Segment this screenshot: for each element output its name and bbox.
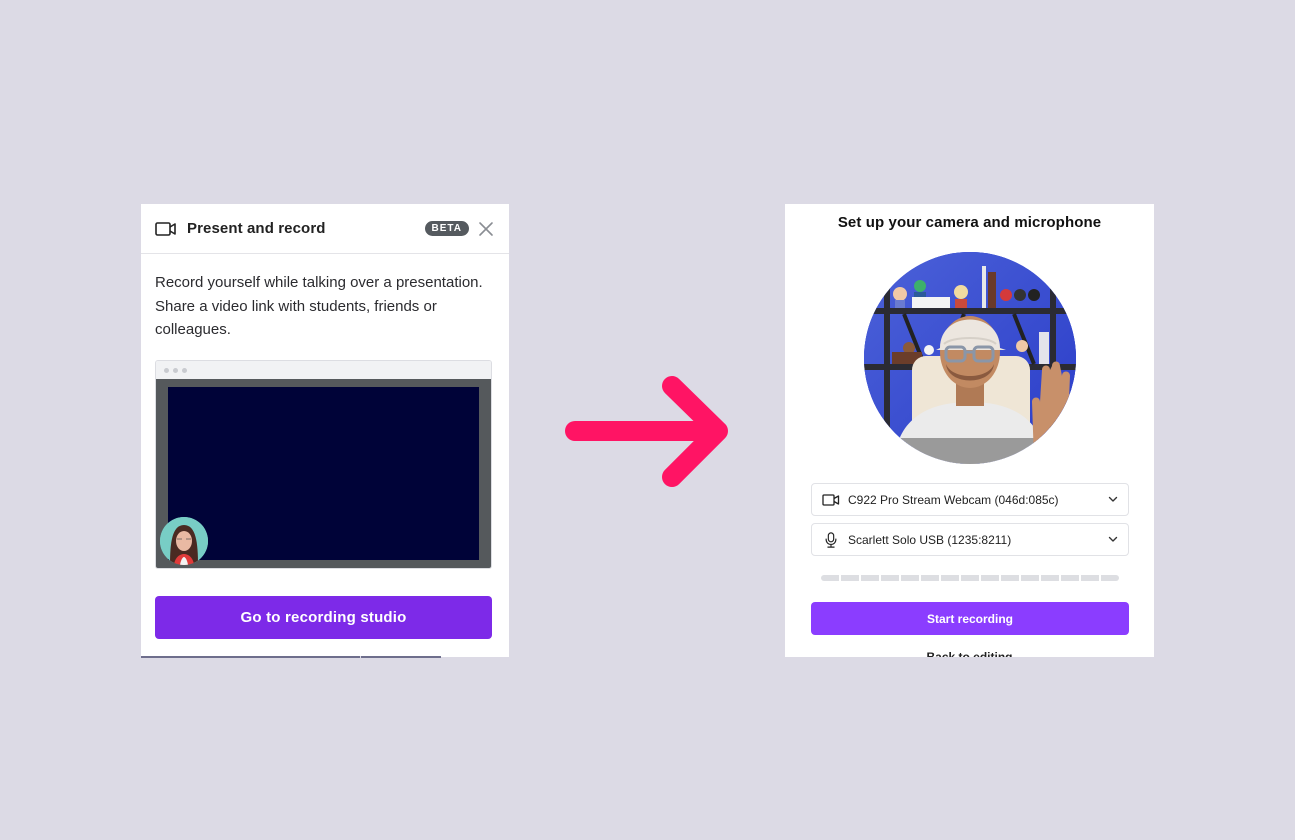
setup-title: Set up your camera and microphone (837, 214, 1102, 231)
level-segment (961, 575, 979, 581)
camera-preview (864, 252, 1076, 464)
level-segment (901, 575, 919, 581)
microphone-icon (825, 531, 837, 548)
chevron-down-icon (1108, 536, 1118, 542)
go-to-recording-studio-button[interactable]: Go to recording studio (155, 596, 492, 639)
chevron-down-icon (1108, 496, 1118, 502)
audio-level-meter (821, 575, 1119, 581)
level-segment (1021, 575, 1039, 581)
level-segment (841, 575, 859, 581)
camera-select[interactable]: C922 Pro Stream Webcam (046d:085c) (811, 483, 1129, 516)
level-segment (941, 575, 959, 581)
level-segment (1101, 575, 1119, 581)
level-segment (921, 575, 939, 581)
preview-window-bar (156, 361, 491, 379)
preview-slide (168, 387, 479, 560)
video-camera-icon (822, 493, 840, 506)
level-segment (1081, 575, 1099, 581)
close-icon[interactable] (477, 220, 495, 238)
video-camera-icon (155, 221, 176, 236)
level-segment (1001, 575, 1019, 581)
level-segment (1061, 575, 1079, 581)
panel-bottom-divider (141, 656, 441, 658)
present-and-record-panel: Present and record BETA Record yourself … (141, 204, 509, 657)
start-recording-button[interactable]: Start recording (811, 602, 1129, 635)
level-segment (821, 575, 839, 581)
arrow-right-icon (565, 376, 728, 487)
camera-preview-image (864, 252, 1076, 464)
level-segment (861, 575, 879, 581)
camera-setup-panel: Set up your camera and microphone C922 P… (785, 204, 1154, 657)
presentation-preview (155, 360, 492, 569)
window-dot (182, 367, 187, 373)
presenter-avatar (160, 517, 208, 565)
back-to-editing-link[interactable]: Back to editing (785, 650, 1154, 657)
microphone-select-value: Scarlett Solo USB (1235:8211) (848, 532, 1012, 547)
level-segment (1041, 575, 1059, 581)
panel-header: Present and record BETA (141, 204, 509, 254)
level-segment (881, 575, 899, 581)
window-dot (164, 367, 169, 373)
beta-badge: BETA (424, 221, 469, 236)
camera-select-value: C922 Pro Stream Webcam (046d:085c) (848, 492, 1059, 507)
panel-description: Record yourself while talking over a pre… (155, 274, 483, 338)
window-dot (173, 367, 178, 373)
preview-frame (156, 379, 491, 568)
presenter-avatar-image (160, 517, 208, 565)
panel-title: Present and record (187, 220, 326, 237)
microphone-select[interactable]: Scarlett Solo USB (1235:8211) (811, 523, 1129, 556)
level-segment (981, 575, 999, 581)
